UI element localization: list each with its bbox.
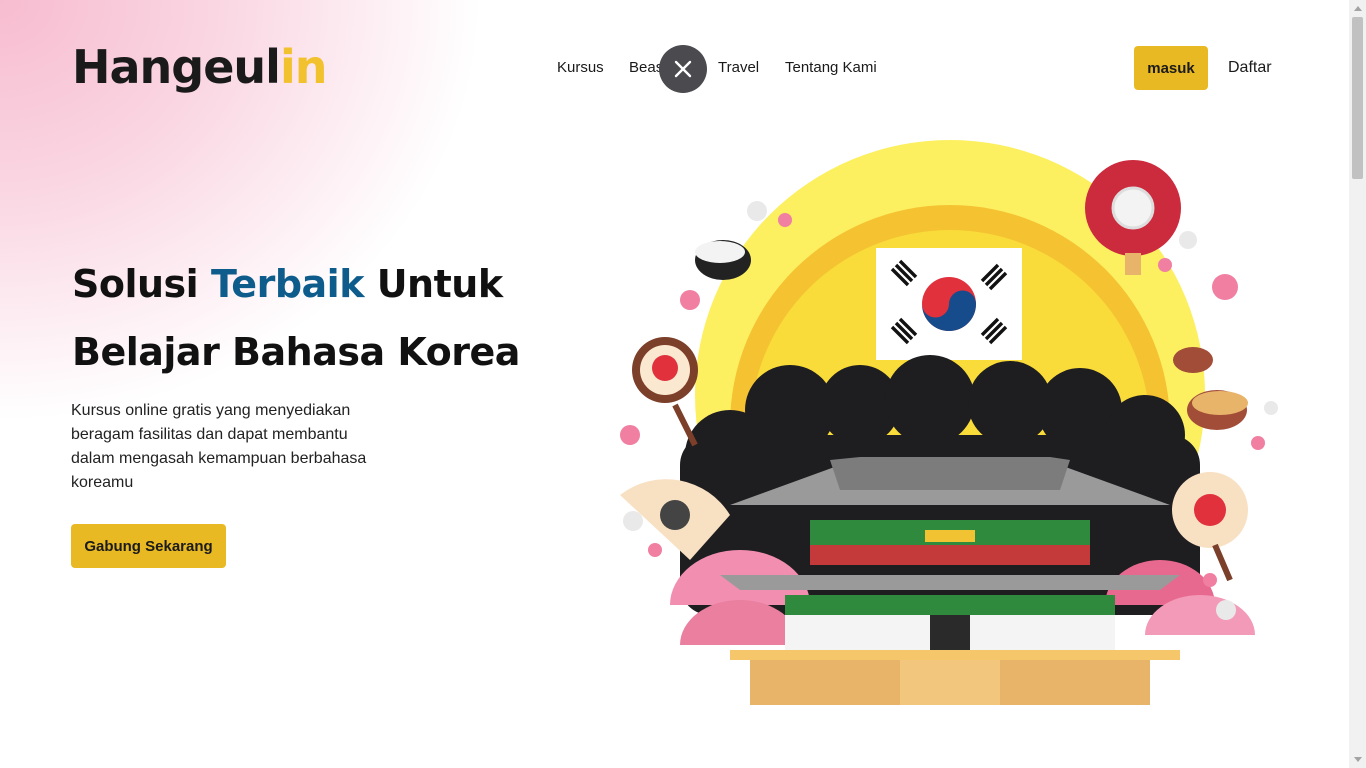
hero-title-part2: Untuk xyxy=(376,262,503,306)
logo-accent: in xyxy=(279,40,328,94)
hero-title: Solusi Terbaik Untuk Belajar Bahasa Kore… xyxy=(72,250,520,386)
korean-flag xyxy=(876,248,1022,360)
hero-title-line2: Belajar Bahasa Korea xyxy=(72,330,520,374)
scroll-down-arrow-icon[interactable] xyxy=(1349,751,1366,768)
nav-travel[interactable]: Travel xyxy=(718,59,759,76)
close-icon xyxy=(674,60,692,78)
overlay-close-button[interactable] xyxy=(659,45,707,93)
register-link[interactable]: Daftar xyxy=(1228,59,1272,77)
drum-left xyxy=(632,337,698,447)
hero-description: Kursus online gratis yang menyediakan be… xyxy=(71,402,367,491)
scrollbar[interactable] xyxy=(1349,0,1366,768)
nav-kursus[interactable]: Kursus xyxy=(557,59,604,76)
hero-title-highlight: Terbaik xyxy=(210,262,365,306)
logo-main: Hangeul xyxy=(72,40,281,94)
login-button[interactable]: masuk xyxy=(1134,46,1208,90)
nav-tentang-kami[interactable]: Tentang Kami xyxy=(785,59,877,76)
join-now-button[interactable]: Gabung Sekarang xyxy=(71,524,226,568)
palace xyxy=(720,457,1180,705)
korea-illustration xyxy=(620,140,1278,705)
scroll-up-arrow-icon[interactable] xyxy=(1349,0,1366,17)
drum-small xyxy=(695,240,751,280)
scroll-thumb[interactable] xyxy=(1352,17,1363,179)
logo[interactable]: Hangeulin xyxy=(72,44,327,90)
hero-title-part1: Solusi xyxy=(72,262,199,306)
